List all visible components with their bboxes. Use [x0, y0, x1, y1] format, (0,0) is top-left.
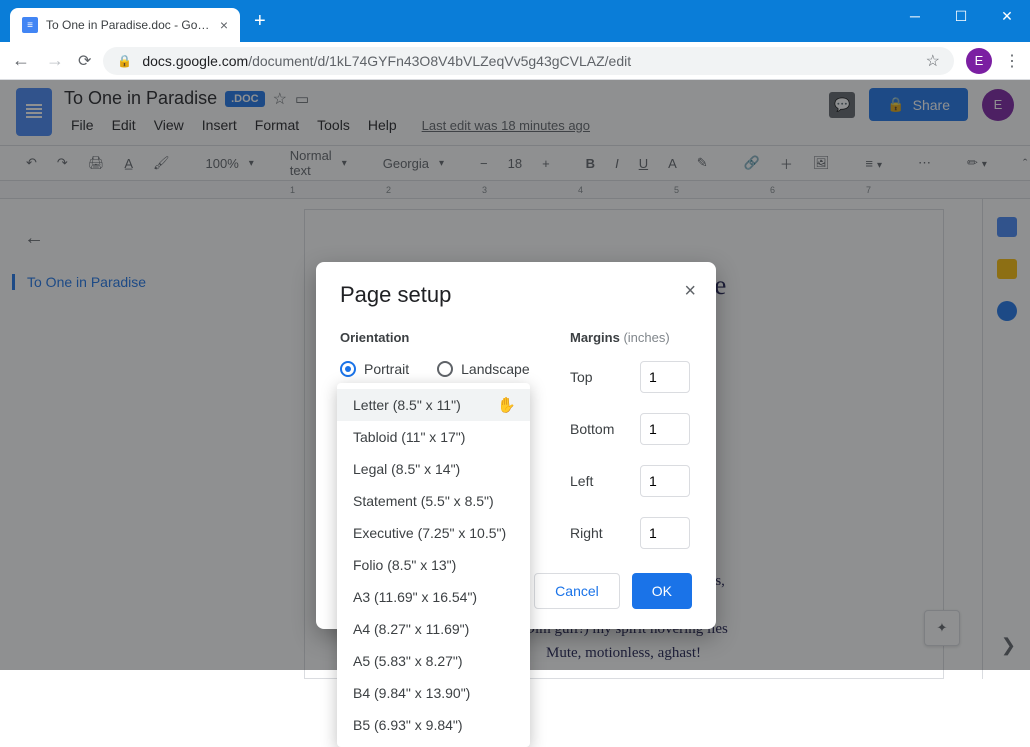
radio-checked-icon [340, 361, 356, 377]
new-tab-button[interactable]: + [254, 10, 266, 33]
lock-icon: 🔒 [117, 54, 132, 68]
paper-size-option[interactable]: B4 (9.84" x 13.90") [337, 677, 530, 709]
orientation-landscape-radio[interactable]: Landscape [437, 361, 530, 377]
docs-favicon-icon: ≡ [22, 17, 38, 33]
orientation-portrait-radio[interactable]: Portrait [340, 361, 409, 377]
reload-button[interactable]: ⟳ [78, 51, 91, 71]
paper-size-option[interactable]: Statement (5.5" x 8.5") [337, 485, 530, 517]
paper-size-option[interactable]: Folio (8.5" x 13") [337, 549, 530, 581]
browser-tab-active[interactable]: ≡ To One in Paradise.doc - Google × [10, 8, 240, 42]
margins-label: Margins (inches) [570, 330, 692, 345]
paper-size-option[interactable]: A4 (8.27" x 11.69") [337, 613, 530, 645]
browser-profile-button[interactable]: E [966, 48, 992, 74]
dialog-title: Page setup [340, 282, 692, 308]
margin-top-input[interactable] [640, 361, 690, 393]
url-path: /document/d/1kL74GYFn43O8V4bVLZeqVv5g43g… [248, 53, 631, 69]
nav-forward-button[interactable]: → [44, 50, 66, 71]
cancel-button[interactable]: Cancel [534, 573, 620, 609]
margin-right-input[interactable] [640, 517, 690, 549]
window-minimize-button[interactable]: ─ [892, 0, 938, 32]
browser-tabs: ≡ To One in Paradise.doc - Google × + [0, 0, 266, 42]
window-titlebar: ≡ To One in Paradise.doc - Google × + ─ … [0, 0, 1030, 42]
window-maximize-button[interactable]: ☐ [938, 0, 984, 32]
paper-size-option[interactable]: Legal (8.5" x 14") [337, 453, 530, 485]
tab-title: To One in Paradise.doc - Google [46, 18, 212, 32]
orientation-label: Orientation [340, 330, 540, 345]
omnibox[interactable]: 🔒 docs.google.com/document/d/1kL74GYFn43… [103, 47, 954, 75]
nav-back-button[interactable]: ← [10, 50, 32, 71]
dialog-close-icon[interactable]: × [684, 280, 696, 303]
browser-menu-button[interactable]: ⋮ [1004, 51, 1020, 71]
url-domain: docs.google.com [142, 53, 248, 69]
margin-top-label: Top [570, 369, 630, 385]
paper-size-option[interactable]: Executive (7.25" x 10.5") [337, 517, 530, 549]
paper-size-option[interactable]: A5 (5.83" x 8.27") [337, 645, 530, 677]
browser-urlbar: ← → ⟳ 🔒 docs.google.com/document/d/1kL74… [0, 42, 1030, 80]
radio-unchecked-icon [437, 361, 453, 377]
tab-close-icon[interactable]: × [220, 17, 228, 33]
paper-size-option[interactable]: A3 (11.69" x 16.54") [337, 581, 530, 613]
margin-left-label: Left [570, 473, 630, 489]
paper-size-option[interactable]: Letter (8.5" x 11") [337, 389, 530, 421]
paper-size-option[interactable]: Tabloid (11" x 17") [337, 421, 530, 453]
margin-bottom-input[interactable] [640, 413, 690, 445]
paper-size-option[interactable]: B5 (6.93" x 9.84") [337, 709, 530, 741]
margin-left-input[interactable] [640, 465, 690, 497]
margin-right-label: Right [570, 525, 630, 541]
window-close-button[interactable]: ✕ [984, 0, 1030, 32]
paper-size-dropdown: Letter (8.5" x 11") Tabloid (11" x 17") … [337, 383, 530, 747]
docs-app: To One in Paradise .DOC ☆ ▭ File Edit Vi… [0, 80, 1030, 670]
margin-bottom-label: Bottom [570, 421, 630, 437]
bookmark-star-icon[interactable]: ☆ [926, 51, 940, 71]
ok-button[interactable]: OK [632, 573, 692, 609]
window-controls: ─ ☐ ✕ [892, 0, 1030, 32]
